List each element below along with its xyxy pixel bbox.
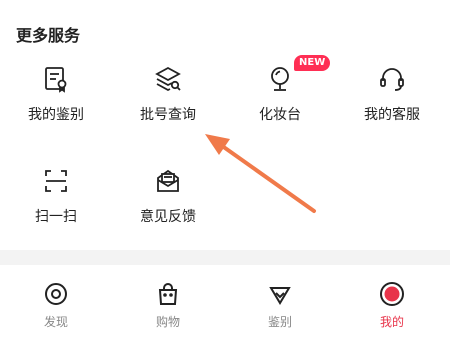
service-label: 化妆台	[259, 107, 301, 123]
section-divider	[0, 250, 450, 265]
feedback-icon	[157, 169, 179, 192]
profile-icon	[380, 282, 404, 306]
layers-search-icon	[155, 66, 181, 92]
service-feedback[interactable]: 意见反馈	[112, 166, 224, 226]
tab-discover[interactable]: 发现	[0, 281, 112, 329]
more-services-card: 更多服务 我的鉴别 批号查询 化妆台 NEW 我的客服 扫一扫 意见反馈	[0, 0, 450, 250]
tab-label: 发现	[43, 315, 68, 329]
service-label: 意见反馈	[140, 209, 196, 225]
new-badge: NEW	[294, 55, 331, 71]
tab-label: 购物	[155, 315, 180, 329]
service-batch-number-lookup[interactable]: 批号查询	[112, 64, 224, 124]
service-scan[interactable]: 扫一扫	[0, 166, 112, 226]
discover-icon	[45, 283, 67, 305]
bottom-tab-bar: 发现 购物 鉴别 我的	[0, 265, 450, 341]
shopping-bag-icon	[158, 283, 178, 305]
service-label: 我的鉴别	[28, 107, 84, 123]
section-title: 更多服务	[16, 26, 81, 45]
service-label: 扫一扫	[35, 209, 77, 225]
headset-icon	[380, 68, 404, 91]
tab-label: 我的	[379, 315, 404, 329]
tab-shopping[interactable]: 购物	[112, 281, 224, 329]
tab-authenticate[interactable]: 鉴别	[224, 281, 336, 329]
certificate-icon	[45, 67, 67, 93]
service-my-authentication[interactable]: 我的鉴别	[0, 64, 112, 124]
tab-label: 鉴别	[267, 315, 292, 329]
mirror-icon	[271, 67, 289, 91]
diamond-icon	[269, 287, 291, 305]
tab-profile[interactable]: 我的	[336, 281, 448, 329]
service-label: 我的客服	[364, 107, 420, 123]
service-label: 批号查询	[140, 107, 196, 123]
service-customer-support[interactable]: 我的客服	[336, 64, 448, 124]
service-vanity[interactable]: 化妆台	[224, 64, 336, 124]
scan-icon	[45, 170, 67, 192]
